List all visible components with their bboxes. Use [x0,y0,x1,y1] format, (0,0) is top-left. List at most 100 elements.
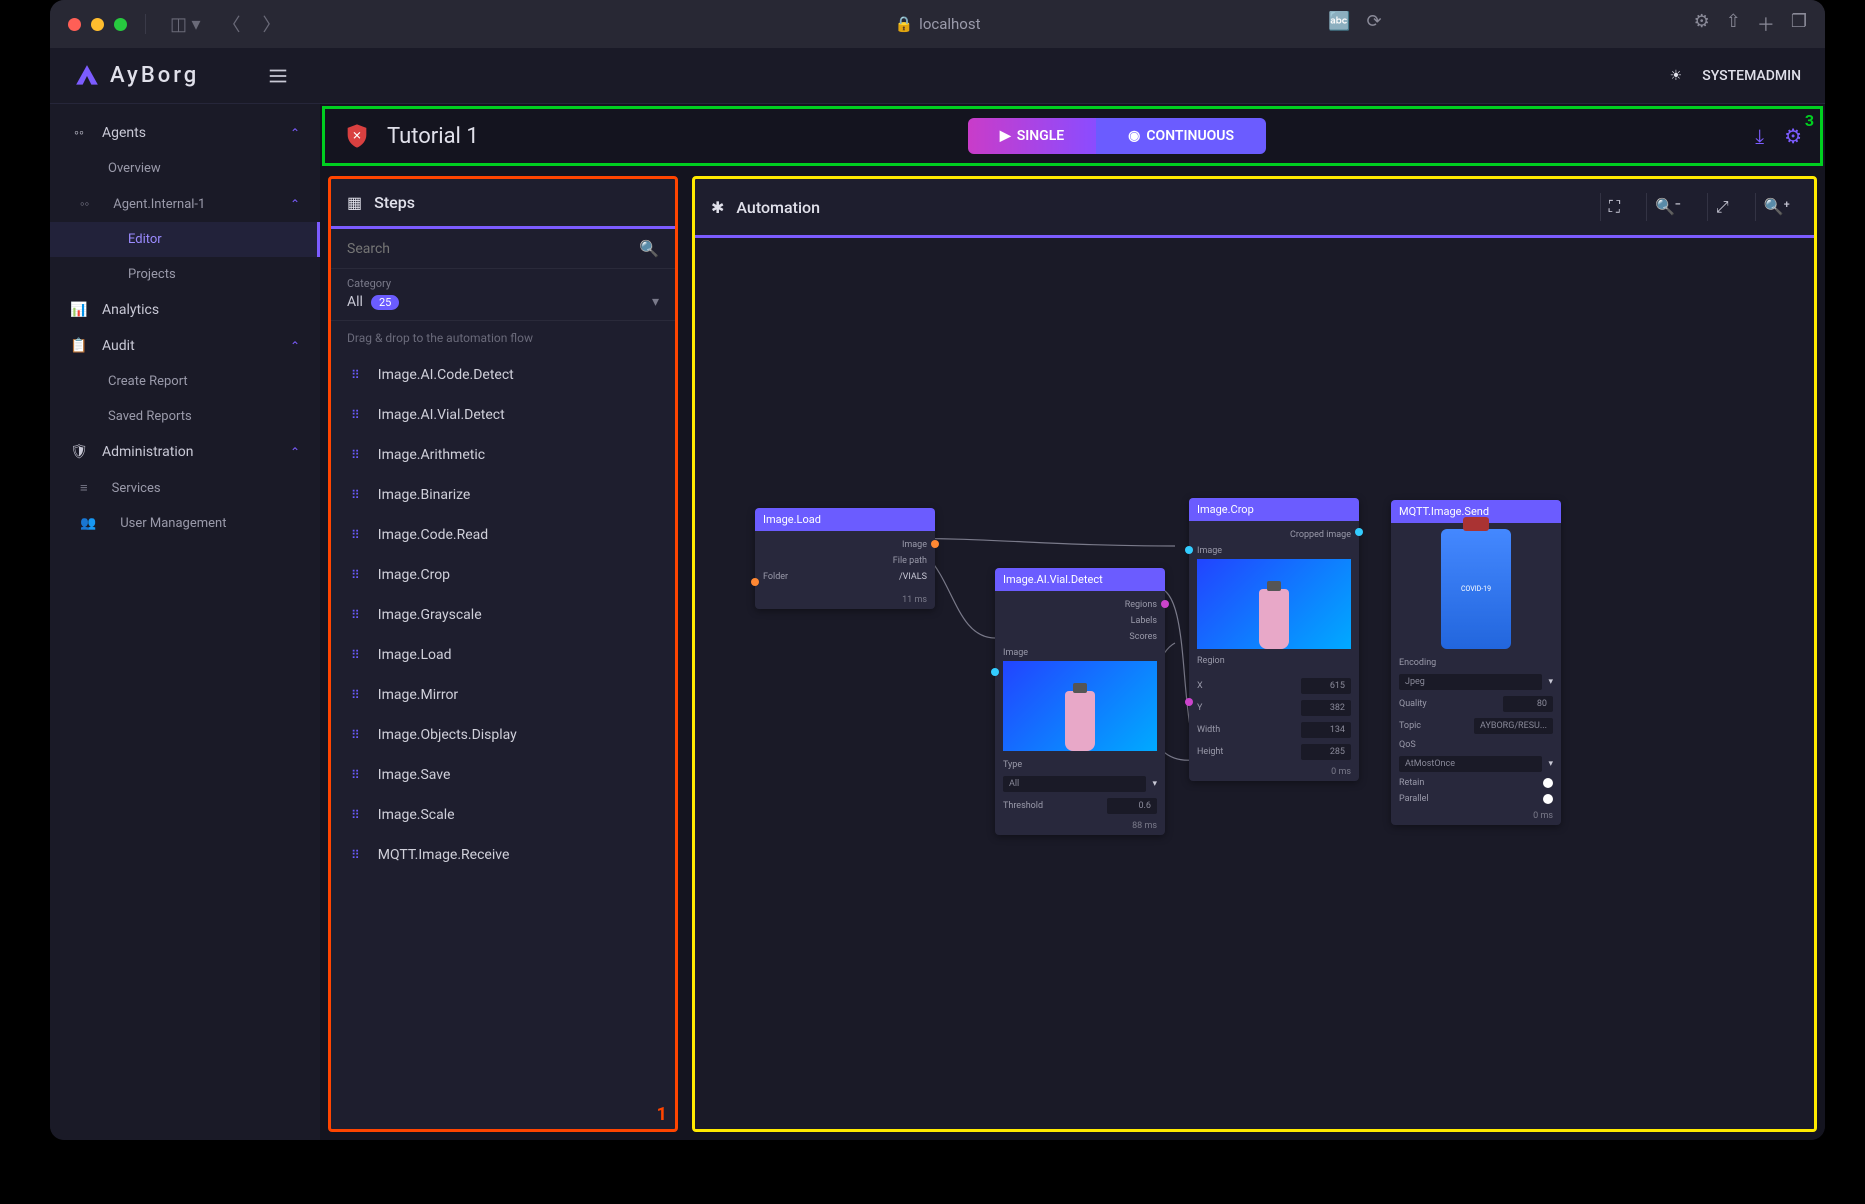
nav-agents[interactable]: ◦◦ Agents ⌃ [50,114,320,151]
step-label: Image.Mirror [378,687,458,703]
step-label: Image.AI.Vial.Detect [378,407,505,423]
annotation-1: 1 [657,1104,667,1125]
chevron-up-icon: ⌃ [290,445,300,459]
share-icon[interactable]: ⇧ [1726,11,1741,37]
flow-canvas[interactable]: Image.Load Image File path Folder/VIALS … [695,238,1814,1129]
drag-handle-icon: ⠿ [351,768,358,782]
download-icon[interactable]: ⤓ [1755,124,1764,148]
nav-editor[interactable]: Editor [50,222,320,257]
nav-overview[interactable]: Overview [50,151,320,186]
step-item[interactable]: ⠿Image.Code.Read [331,515,671,555]
zoom-out-icon[interactable]: 🔍⁻ [1646,193,1689,221]
translate-icon[interactable]: 🔤 [1328,11,1350,37]
zoom-in-icon[interactable]: 🔍⁺ [1755,193,1798,221]
menu-icon[interactable] [267,65,289,87]
steps-list: ⠿Image.AI.Code.Detect⠿Image.AI.Vial.Dete… [331,355,675,1129]
settings-gear-icon[interactable]: ⚙ [1694,11,1710,37]
step-item[interactable]: ⠿Image.Objects.Display [331,715,671,755]
step-label: Image.Objects.Display [378,727,517,743]
step-label: Image.Crop [378,567,450,583]
retain-toggle[interactable] [1543,778,1553,788]
step-item[interactable]: ⠿ Image.AI.Code.Detect [331,355,671,395]
nav-saved-reports[interactable]: Saved Reports [50,399,320,434]
step-item[interactable]: ⠿Image.Arithmetic [331,435,671,475]
flow-icon: ✱ [711,198,724,217]
automation-title: Automation [736,198,820,217]
step-item[interactable]: ⠿Image.Mirror [331,675,671,715]
nav-back-icon[interactable]: 〈 [217,11,247,37]
node-mqtt-send[interactable]: MQTT.Image.Send COVID-19 Encoding Jpeg▾ … [1391,500,1561,825]
node-image-crop[interactable]: Image.Crop Cropped image Image Region X6… [1189,498,1359,781]
step-item[interactable]: ⠿Image.Binarize [331,475,671,515]
settings-icon[interactable]: ⚙ [1784,124,1802,148]
run-single-button[interactable]: ▶ SINGLE [968,118,1096,154]
window-maximize[interactable] [114,18,127,31]
reload-icon[interactable]: ⟳ [1367,11,1382,37]
drag-handle-icon: ⠿ [351,528,358,542]
nav-audit[interactable]: 📋 Audit ⌃ [50,328,320,364]
step-item[interactable]: ⠿Image.Grayscale [331,595,671,635]
category-select[interactable]: All 25 ▾ [331,294,675,321]
chevron-down-icon: ▾ [652,294,659,310]
agent-icon: ◦◦ [80,196,89,212]
run-mode-toggle: ▶ SINGLE ◉ CONTINUOUS [968,118,1266,154]
step-item[interactable]: ⠿ Image.Crop [331,555,671,595]
theme-toggle-icon[interactable]: ☀ [1670,68,1683,84]
new-tab-icon[interactable]: ＋ [1757,11,1775,37]
browser-titlebar: ◫ ▾ 〈 〉 🔒 localhost 🔤 ⟳ ⚙ ⇧ ＋ ❐ [50,0,1825,48]
node-image-load[interactable]: Image.Load Image File path Folder/VIALS … [755,508,935,609]
nav-create-report[interactable]: Create Report [50,364,320,399]
node-vial-detect[interactable]: Image.AI.Vial.Detect Regions Labels Scor… [995,568,1165,835]
drag-handle-icon: ⠿ [351,488,358,502]
drag-handle-icon: ⠿ [351,568,358,582]
nav-sidebar: ◦◦ Agents ⌃ Overview ◦◦ Agent.Internal-1… [50,104,320,1140]
audit-icon: 📋 [70,338,88,354]
step-item[interactable]: ⠿ Image.Load [331,635,671,675]
drag-handle-icon: ⠿ [351,368,358,382]
step-item[interactable]: ⠿Image.AI.Vial.Detect [331,395,671,435]
steps-panel: 1 ▦ Steps 🔍 Category All 25 ▾ [328,176,678,1132]
vial-preview: COVID-19 [1441,529,1511,649]
nav-user-management[interactable]: 👥 User Management [50,506,320,541]
services-icon: ≡ [80,480,88,496]
url-bar[interactable]: 🔒 localhost [894,15,980,33]
drag-handle-icon: ⠿ [351,608,358,622]
nav-forward-icon[interactable]: 〉 [257,11,287,37]
chevron-up-icon: ⌃ [290,197,300,211]
step-label: Image.Save [378,767,451,783]
user-label[interactable]: SYSTEMADMIN [1702,68,1801,84]
apps-icon: ▦ [347,193,362,212]
tabs-icon[interactable]: ❐ [1791,11,1807,37]
url-host: localhost [919,15,980,33]
automation-panel: 2 ✱ Automation ⛶ 🔍⁻ ⤢ 🔍⁺ [692,176,1817,1132]
search-icon[interactable]: 🔍 [639,239,659,258]
step-label: Image.Scale [378,807,455,823]
parallel-toggle[interactable] [1543,794,1553,804]
nav-agent-internal[interactable]: ◦◦ Agent.Internal-1 ⌃ [50,186,320,222]
step-item[interactable]: ⠿Image.Scale [331,795,671,835]
drag-handle-icon: ⠿ [351,648,358,662]
step-item[interactable]: ⠿MQTT.Image.Receive [331,835,671,875]
logo-mark-icon [74,63,100,89]
expand-icon[interactable]: ⤢ [1707,193,1737,221]
nav-analytics[interactable]: 📊 Analytics [50,292,320,328]
fit-icon[interactable]: ⛶ [1600,193,1628,221]
step-label: Image.AI.Code.Detect [378,367,514,383]
drag-handle-icon: ⠿ [351,448,358,462]
window-close[interactable] [68,18,81,31]
window-minimize[interactable] [91,18,104,31]
app-logo[interactable]: AyBorg [74,63,199,89]
step-item[interactable]: ⠿ Image.Save [331,755,671,795]
nav-administration[interactable]: 🛡 Administration ⌃ [50,434,320,470]
run-continuous-button[interactable]: ◉ CONTINUOUS [1096,118,1266,154]
search-input[interactable] [347,241,639,257]
drag-handle-icon: ⠿ [351,848,358,862]
sidebar-toggle-icon[interactable]: ◫ ▾ [164,14,207,35]
shield-error-icon: ✕ [343,122,371,150]
page-title: Tutorial 1 [387,124,479,149]
step-label: Image.Load [378,647,452,663]
steps-title: Steps [374,193,415,212]
lock-icon: 🔒 [894,15,913,33]
nav-services[interactable]: ≡ Services [50,470,320,506]
nav-projects[interactable]: Projects [50,257,320,292]
